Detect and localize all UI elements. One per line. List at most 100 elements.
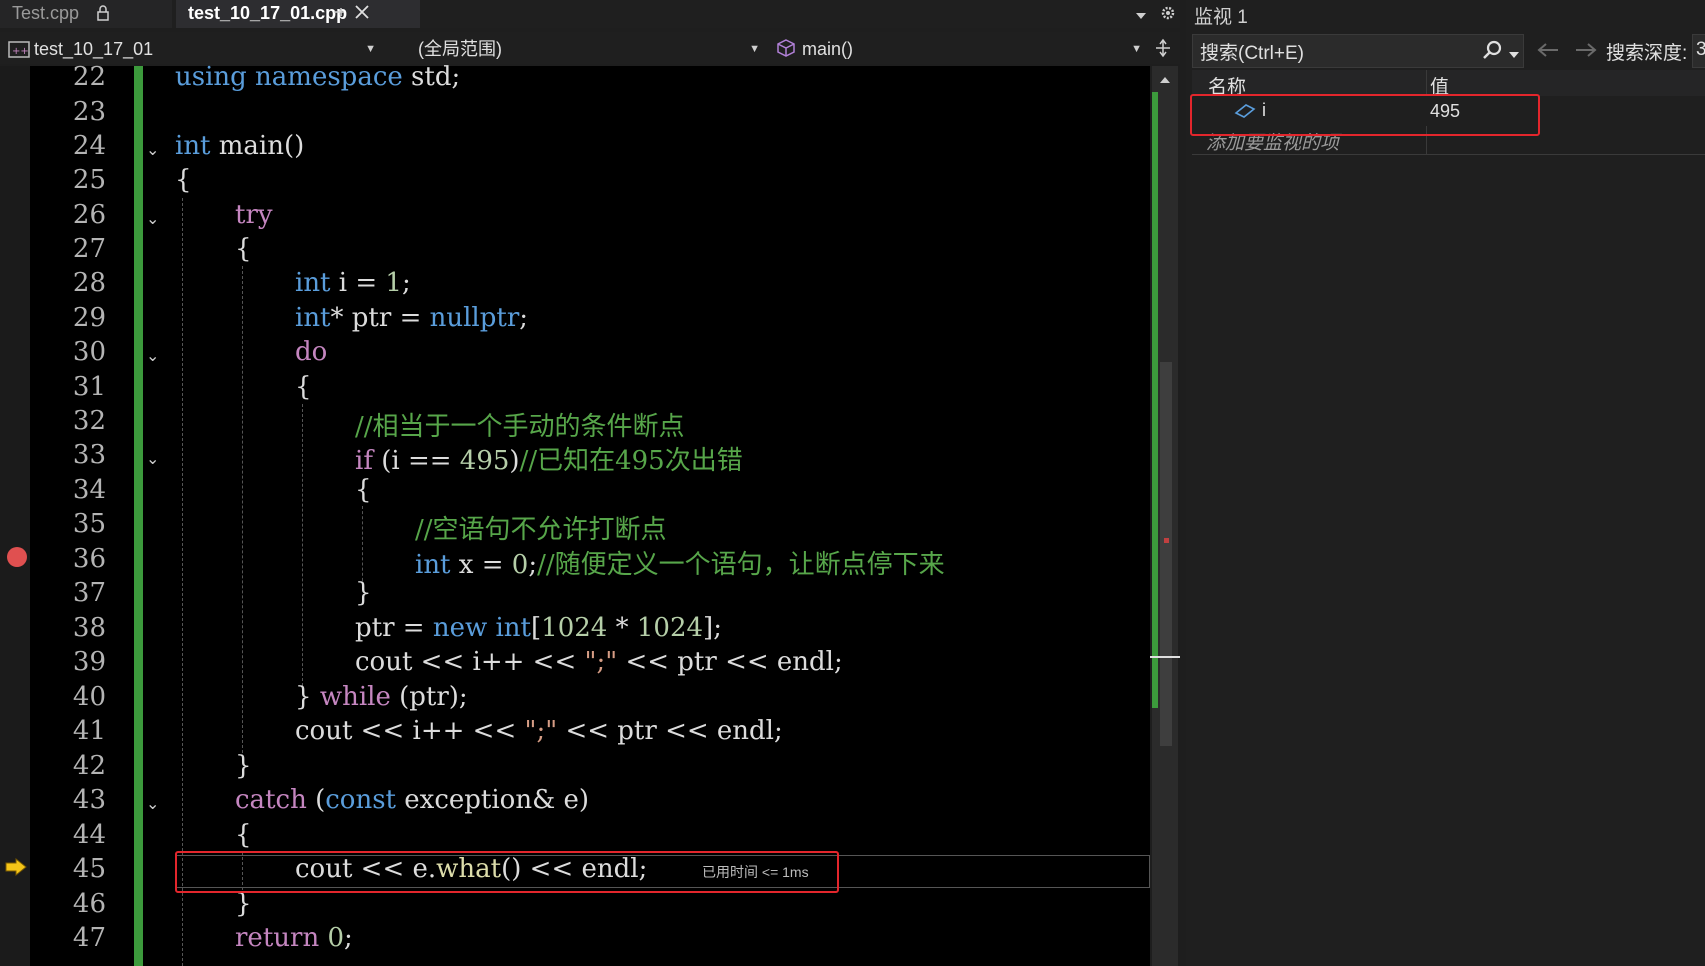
indent-guide: [302, 404, 303, 686]
search-depth-input[interactable]: 3: [1692, 34, 1705, 68]
code-line-31: {: [295, 372, 312, 402]
search-depth-value: 3: [1696, 39, 1705, 61]
code-line-34: {: [355, 475, 372, 505]
code-line-44: {: [235, 820, 252, 850]
watch-panel-title: 监视 1: [1194, 7, 1248, 28]
code-line-43: catch (const exception& e): [235, 785, 590, 815]
scroll-up-icon[interactable]: [1158, 72, 1172, 90]
method-cube-icon: [776, 38, 796, 65]
line-number: 40: [72, 682, 106, 712]
line-number: 34: [72, 475, 106, 505]
line-number: 38: [72, 613, 106, 643]
line-number: 36: [72, 544, 106, 574]
code-line-38: ptr = new int[1024 * 1024];: [355, 613, 722, 643]
scope-dropdown[interactable]: (全局范围) ▼: [412, 36, 766, 62]
collapse-chevron-icon[interactable]: ⌄: [146, 140, 159, 160]
annotation-highlight-box: [175, 851, 839, 893]
code-line-22: using namespace std;: [175, 62, 461, 92]
code-line-28: int i = 1;: [295, 268, 411, 298]
line-number: 30: [72, 337, 106, 367]
project-icon: ++: [8, 40, 30, 66]
watch-grid-header: 名称 值: [1192, 70, 1705, 154]
line-number: 22: [72, 62, 106, 92]
line-number: 47: [72, 923, 106, 953]
line-number: 42: [72, 751, 106, 781]
code-line-46: }: [235, 889, 252, 919]
code-line-47: return 0;: [235, 923, 353, 953]
line-number: 45: [72, 854, 106, 884]
collapse-chevron-icon[interactable]: ⌄: [146, 794, 159, 814]
line-number: 31: [72, 372, 106, 402]
member-dropdown[interactable]: main() ▼: [772, 36, 1148, 62]
line-number: 46: [72, 889, 106, 919]
line-number: 39: [72, 647, 106, 677]
change-tracking-bar: [134, 66, 143, 966]
scope-label: (全局范围): [418, 39, 502, 59]
project-dropdown[interactable]: ++ test_10_17_01 ▼: [6, 36, 382, 62]
search-icon[interactable]: [1482, 40, 1504, 65]
lock-icon: [96, 3, 110, 29]
indent-guide: [242, 266, 243, 758]
gear-icon[interactable]: [1160, 4, 1176, 27]
collapse-chevron-icon[interactable]: ⌄: [146, 346, 159, 366]
line-number: 43: [72, 785, 106, 815]
search-depth-label: 搜索深度:: [1606, 43, 1688, 64]
search-forward-arrow-icon[interactable]: [1574, 40, 1598, 65]
tab-label: Test.cpp: [12, 3, 80, 23]
annotation-highlight-box: [1190, 94, 1540, 136]
search-options-dropdown-icon[interactable]: [1508, 46, 1520, 64]
code-line-42: }: [235, 751, 252, 781]
navigation-bar: ++ test_10_17_01 ▼ (全局范围) ▼ main() ▼: [0, 32, 1180, 64]
code-line-36: int x = 0;//随便定义一个语句，让断点停下来: [415, 550, 945, 580]
line-number: 28: [72, 268, 106, 298]
line-number: 27: [72, 234, 106, 264]
svg-text:++: ++: [12, 46, 29, 57]
scrollbar-change-marker: [1152, 92, 1158, 708]
tab-overflow-dropdown-icon[interactable]: [1134, 8, 1148, 26]
collapse-chevron-icon[interactable]: ⌄: [146, 449, 159, 469]
breakpoint-icon[interactable]: [6, 546, 28, 573]
line-number: 26: [72, 200, 106, 230]
code-line-26: try: [235, 200, 273, 230]
close-icon[interactable]: [354, 2, 370, 29]
line-number: 32: [72, 406, 106, 436]
line-number: 41: [72, 716, 106, 746]
line-number: 35: [72, 509, 106, 539]
code-line-39: cout << i++ << ";" << ptr << endl;: [355, 647, 843, 677]
search-placeholder: 搜索(Ctrl+E): [1200, 43, 1304, 64]
collapse-chevron-icon[interactable]: ⌄: [146, 209, 159, 229]
document-tab-bar: Test.cpp test_10_17_01.cpp: [0, 0, 1180, 28]
scrollbar-breakpoint-marker: [1164, 538, 1169, 543]
indent-guide: [362, 506, 363, 586]
current-statement-arrow-icon: [4, 857, 28, 882]
tab-label: test_10_17_01.cpp: [188, 3, 348, 23]
chevron-down-icon: ▼: [365, 43, 376, 55]
scrollbar-thumb[interactable]: [1160, 362, 1172, 746]
line-number: 33: [72, 440, 106, 470]
code-line-32: //相当于一个手动的条件断点: [355, 412, 685, 442]
code-line-41: cout << i++ << ";" << ptr << endl;: [295, 716, 783, 746]
line-number: 37: [72, 578, 106, 608]
code-line-24: int main(): [175, 131, 305, 161]
line-number: 44: [72, 820, 106, 850]
search-back-arrow-icon[interactable]: [1536, 40, 1560, 65]
chevron-down-icon: ▼: [749, 43, 760, 55]
code-line-29: int* ptr = nullptr;: [295, 303, 529, 333]
line-number: 29: [72, 303, 106, 333]
tab-test-cpp[interactable]: Test.cpp: [0, 0, 172, 28]
code-line-25: {: [175, 165, 192, 195]
chevron-down-icon: ▼: [1131, 43, 1142, 55]
line-number: 24: [72, 131, 106, 161]
code-line-33: if (i == 495)//已知在495次出错: [355, 446, 743, 476]
project-name: test_10_17_01: [34, 39, 154, 59]
split-editor-icon[interactable]: [1154, 38, 1172, 63]
code-line-40: } while (ptr);: [295, 682, 468, 712]
pin-icon[interactable]: [332, 2, 346, 31]
code-line-30: do: [295, 337, 328, 367]
tab-test-10-17-01-cpp[interactable]: test_10_17_01.cpp: [176, 0, 420, 28]
code-line-37: }: [355, 578, 372, 608]
line-number: 25: [72, 165, 106, 195]
scrollbar-caret-marker: [1150, 656, 1180, 658]
line-number: 23: [72, 97, 106, 127]
breakpoint-gutter[interactable]: [0, 66, 30, 966]
